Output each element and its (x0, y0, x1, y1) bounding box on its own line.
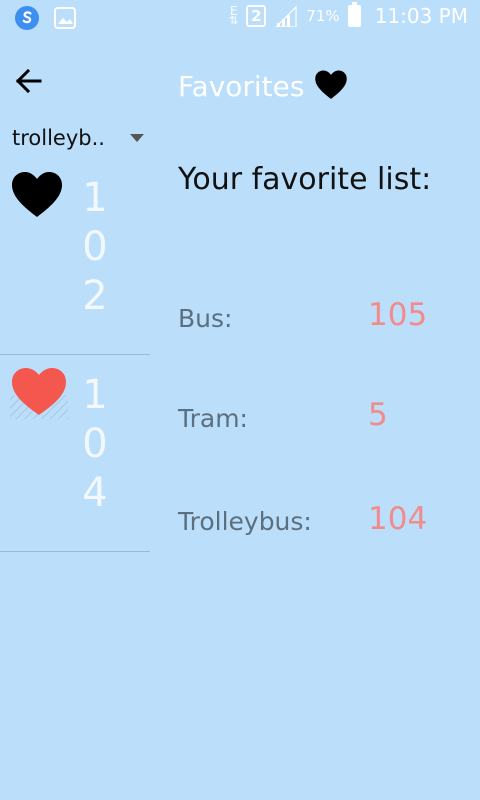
shazam-icon (15, 6, 39, 30)
tram-value: 5 (368, 397, 388, 433)
route-number-102: 1 0 2 (82, 175, 108, 319)
divider (0, 551, 150, 552)
signal-icon (275, 5, 297, 27)
list-item-104[interactable]: 1 0 4 (0, 355, 150, 552)
heart-outline-icon[interactable] (10, 170, 64, 220)
heart-icon (315, 70, 347, 99)
bus-label: Bus: (178, 304, 233, 333)
sim-indicator: 2 (246, 5, 267, 27)
status-bar: E ⇅ 2 71% 11:03 PM (0, 0, 480, 38)
route-number-104: 1 0 4 (82, 372, 108, 516)
battery-icon (347, 2, 361, 27)
battery-percent: 71% (306, 7, 340, 25)
favorites-heading: Your favorite list: (178, 162, 432, 197)
data-arrows-icon: E ⇅ (229, 4, 239, 27)
heart-filled-icon[interactable] (10, 365, 68, 419)
gallery-icon (54, 7, 76, 29)
clock: 11:03 PM (374, 4, 468, 28)
back-arrow-icon[interactable] (12, 64, 46, 98)
bus-value: 105 (368, 297, 428, 333)
dropdown-caret-icon (130, 134, 144, 142)
list-item-102[interactable]: 1 0 2 (0, 158, 150, 355)
tram-label: Tram: (178, 404, 248, 433)
trolleybus-value: 104 (368, 501, 428, 537)
spinner-value: trolleyb.. (12, 126, 105, 150)
route-type-spinner[interactable]: trolleyb.. (12, 124, 147, 156)
page-title: Favorites (178, 70, 305, 103)
trolleybus-label: Trolleybus: (178, 507, 312, 536)
